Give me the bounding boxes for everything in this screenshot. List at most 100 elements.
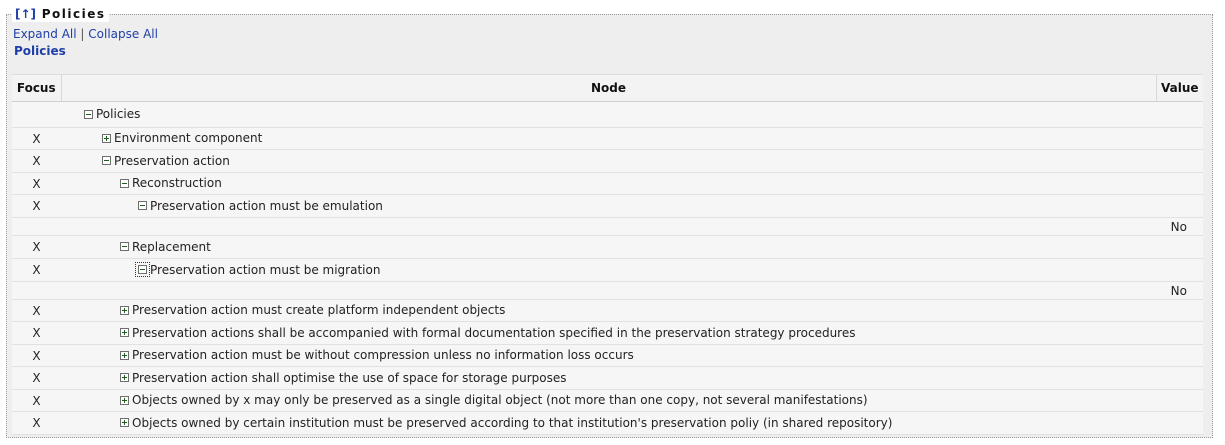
value-cell [1156, 299, 1203, 322]
focus-cell: X [12, 258, 61, 282]
tree-node: Preservation actions shall be accompanie… [120, 326, 856, 340]
value-cell [1156, 258, 1203, 282]
tree-node: Objects owned by certain institution mus… [120, 416, 892, 430]
node-cell: Preservation action must create platform… [61, 299, 1156, 322]
breadcrumb[interactable]: Policies [14, 44, 66, 59]
collapse-icon[interactable] [84, 109, 93, 119]
focus-cell: X [12, 321, 61, 345]
value-cell [1156, 321, 1203, 345]
focus-link[interactable]: X [32, 394, 40, 408]
value-cell [1156, 172, 1203, 195]
table-header-row: Focus Node Value [12, 74, 1203, 102]
tree-row: X Preservation action must be without com… [12, 344, 1203, 367]
focus-cell: X [12, 127, 61, 150]
value-cell [1156, 127, 1203, 150]
collapse-icon[interactable] [138, 201, 147, 211]
tree-row: X Preservation actions shall be accompani… [12, 321, 1203, 345]
node-label: Replacement [132, 239, 211, 254]
collapse-icon[interactable] [120, 178, 129, 188]
tree-node: Replacement [120, 240, 211, 254]
node-cell: Reconstruction [61, 172, 1156, 195]
node-cell: Preservation action must be migration [61, 258, 1156, 282]
node-label: Preservation action must create platform… [132, 303, 506, 318]
focus-cell: X [12, 299, 61, 322]
value-cell [1156, 366, 1203, 390]
legend-title: Policies [41, 7, 106, 21]
value-row: No [12, 281, 1203, 300]
tree-row: X Preservation action [12, 149, 1203, 173]
expand-icon[interactable] [120, 395, 129, 405]
focus-cell: X [12, 389, 61, 412]
collapse-arrow-link[interactable]: [↑] [15, 7, 36, 21]
focus-link[interactable]: X [32, 132, 40, 146]
focus-link[interactable]: X [32, 154, 40, 168]
value-cell [1156, 149, 1203, 173]
tree-node: Preservation action [102, 154, 230, 168]
focus-link[interactable]: X [32, 240, 40, 254]
collapse-icon[interactable] [135, 262, 150, 278]
collapse-all-link[interactable]: Collapse All [88, 27, 158, 41]
node-cell: Policies [61, 101, 1156, 128]
tree-row: X Preservation action must be migration [12, 258, 1203, 282]
expand-all-link[interactable]: Expand All [13, 27, 77, 41]
node-label: Objects owned by x may only be preserved… [132, 393, 868, 408]
focus-link[interactable]: X [32, 326, 40, 340]
focus-link[interactable]: X [32, 349, 40, 363]
tree-node: Preservation action shall optimise the u… [120, 371, 567, 385]
tree-row: X Objects owned by certain institution mu… [12, 411, 1203, 435]
focus-link[interactable]: X [32, 177, 40, 191]
focus-cell: X [12, 366, 61, 390]
expand-icon[interactable] [120, 328, 129, 338]
tree-node: Preservation action must be without comp… [120, 348, 634, 362]
policies-legend: [↑] Policies [12, 6, 109, 22]
tree-row: X Preservation action must create platfor… [12, 299, 1203, 322]
node-label: Objects owned by certain institution mus… [132, 415, 893, 430]
focus-link[interactable]: X [32, 304, 40, 318]
tree-row: X Environment component [12, 127, 1203, 150]
focus-cell: X [12, 194, 61, 218]
focus-link[interactable]: X [32, 416, 40, 430]
focus-cell [12, 217, 61, 236]
focus-link[interactable]: X [32, 199, 40, 213]
node-cell: Replacement [61, 235, 1156, 259]
node-label: Preservation action must be emulation [150, 198, 383, 213]
node-label: Preservation action must be without comp… [132, 348, 634, 363]
value-cell [1156, 389, 1203, 412]
node-cell: Preservation actions shall be accompanie… [61, 321, 1156, 345]
value-cell [1156, 344, 1203, 367]
node-cell: Preservation action must be without comp… [61, 344, 1156, 367]
tree-node: Preservation action must be emulation [138, 199, 383, 213]
node-cell [61, 281, 1156, 300]
policy-tree-table: Focus Node Value Policies X Environment co… [12, 74, 1203, 435]
expand-icon[interactable] [120, 373, 129, 383]
node-label: Environment component [114, 131, 263, 146]
focus-link[interactable]: X [32, 263, 40, 277]
node-cell: Preservation action [61, 149, 1156, 173]
tree-row: X Reconstruction [12, 172, 1203, 195]
node-label: Preservation action shall optimise the u… [132, 370, 567, 385]
expand-icon[interactable] [120, 350, 129, 360]
links-separator: | [80, 27, 85, 41]
node-cell: Preservation action shall optimise the u… [61, 366, 1156, 390]
tree-node: Reconstruction [120, 176, 222, 190]
tree-row: Policies [12, 101, 1203, 128]
node-label: Preservation actions shall be accompanie… [132, 325, 856, 340]
focus-cell: X [12, 344, 61, 367]
node-label: Reconstruction [132, 176, 222, 191]
focus-link[interactable]: X [32, 371, 40, 385]
tree-row: X Preservation action shall optimise the … [12, 366, 1203, 390]
focus-cell: X [12, 411, 61, 435]
collapse-icon[interactable] [102, 156, 111, 166]
collapse-icon[interactable] [120, 242, 129, 252]
focus-cell [12, 101, 61, 128]
node-cell: Objects owned by x may only be preserved… [61, 389, 1156, 412]
value-cell: No [1156, 281, 1203, 300]
value-cell [1156, 101, 1203, 128]
node-label: Preservation action must be migration [150, 262, 381, 277]
expand-icon[interactable] [102, 133, 111, 143]
tree-node: Policies [84, 107, 140, 121]
expand-icon[interactable] [120, 305, 129, 315]
focus-cell: X [12, 235, 61, 259]
node-cell: Objects owned by certain institution mus… [61, 411, 1156, 435]
expand-icon[interactable] [120, 418, 129, 428]
